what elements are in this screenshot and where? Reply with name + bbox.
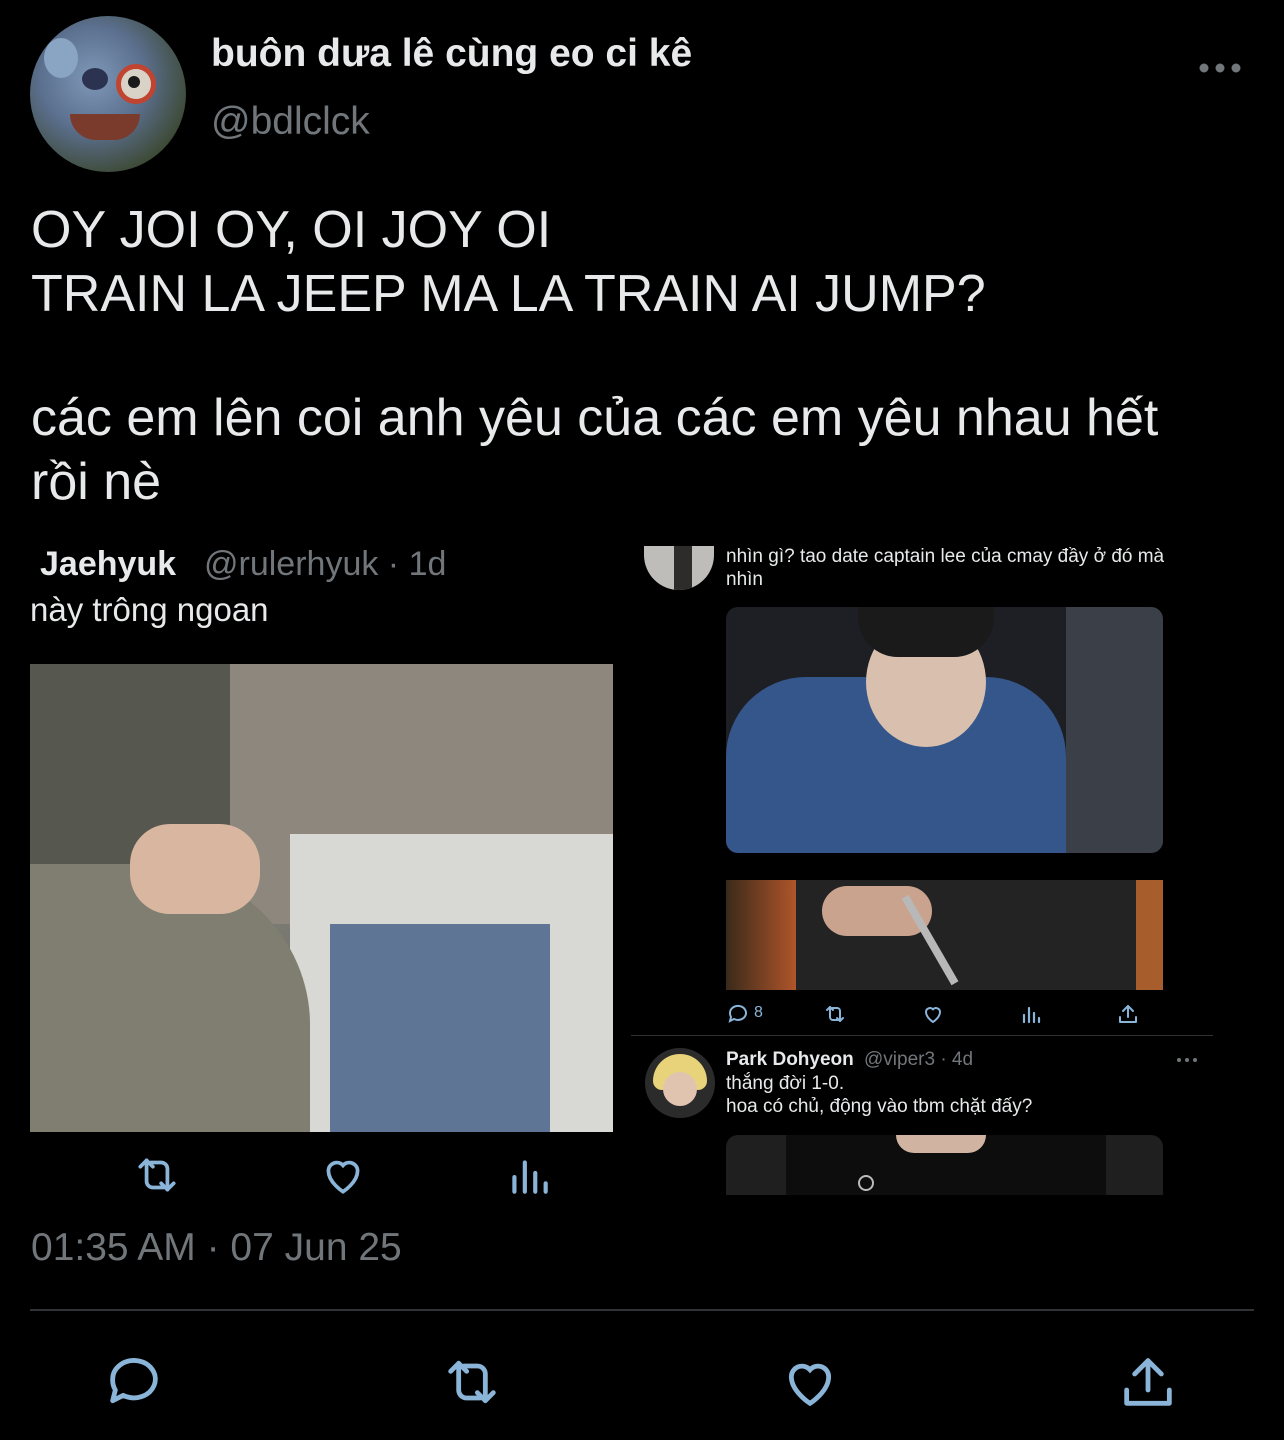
reply-icon[interactable] [726,1002,750,1026]
photo-logo [858,1175,874,1191]
more-horizontal-icon[interactable] [1175,1052,1199,1068]
reply-author-name: Park Dohyeon [726,1049,854,1070]
display-name[interactable]: buôn dưa lê cùng eo ci kê [211,32,692,76]
tweet-text-line: rồi nè [31,453,162,511]
avatar-pupil [128,76,140,88]
photo-hand [130,824,260,914]
embedded-tweet-text: này trông ngoan [30,591,269,628]
photo-jeans [330,924,550,1132]
like-icon[interactable] [318,1150,368,1200]
photo-window [1066,607,1163,853]
avatar-ear [44,38,78,78]
action-bar-divider [30,1309,1254,1311]
photo-light [726,880,796,990]
embedded-author-meta: @rulerhyuk · 1d [204,545,447,583]
more-horizontal-icon[interactable] [1196,58,1244,78]
user-handle[interactable]: @bdlclck [211,100,370,144]
avatar-mouth [70,114,140,140]
reply-text: nhìn gì? tao date captain lee của cmay đ… [726,546,1165,567]
retweet-icon[interactable] [132,1150,182,1200]
retweet-icon[interactable] [440,1350,504,1414]
reply-text: hoa có chủ, động vào tbm chặt đấy? [726,1096,1033,1117]
reply-avatar-viper[interactable] [645,1048,715,1118]
avatar-figure [674,546,692,590]
photo-neck [896,1135,986,1153]
avatar-face [663,1072,697,1106]
embedded-author-name: Jaehyuk [40,545,177,583]
avatar-nose [82,68,108,90]
photo-hair [858,607,994,657]
share-icon[interactable] [1116,1002,1140,1026]
reply-text: nhìn [726,569,763,590]
reply-author-meta: @viper3 · 4d [864,1049,974,1070]
reply-photo-denim[interactable] [726,607,1163,853]
reply-avatar[interactable] [644,546,714,590]
photo-light [1136,880,1163,990]
reply-icon[interactable] [102,1350,166,1414]
retweet-icon[interactable] [823,1002,847,1026]
like-icon[interactable] [921,1002,945,1026]
views-icon[interactable] [1019,1002,1043,1026]
reply-text: thắng đời 1-0. [726,1073,845,1094]
tweet-timestamp[interactable]: 01:35 AM · 07 Jun 25 [31,1226,402,1270]
tweet-text-line: OY JOI OY, OI JOY OI [31,201,552,259]
embedded-photo-hands[interactable] [30,664,613,1132]
reply-divider [631,1035,1213,1036]
share-icon[interactable] [1116,1350,1180,1414]
tweet-text-line: các em lên coi anh yêu của các em yêu nh… [31,389,1159,447]
reply-photo-fork[interactable] [726,880,1163,990]
profile-avatar[interactable] [30,16,186,172]
like-icon[interactable] [778,1350,842,1414]
views-icon[interactable] [504,1150,554,1200]
reply-count: 8 [754,1004,763,1021]
reply-photo-black-shirt[interactable] [726,1135,1163,1195]
tweet-text-line: TRAIN LA JEEP MA LA TRAIN AI JUMP? [31,265,986,323]
